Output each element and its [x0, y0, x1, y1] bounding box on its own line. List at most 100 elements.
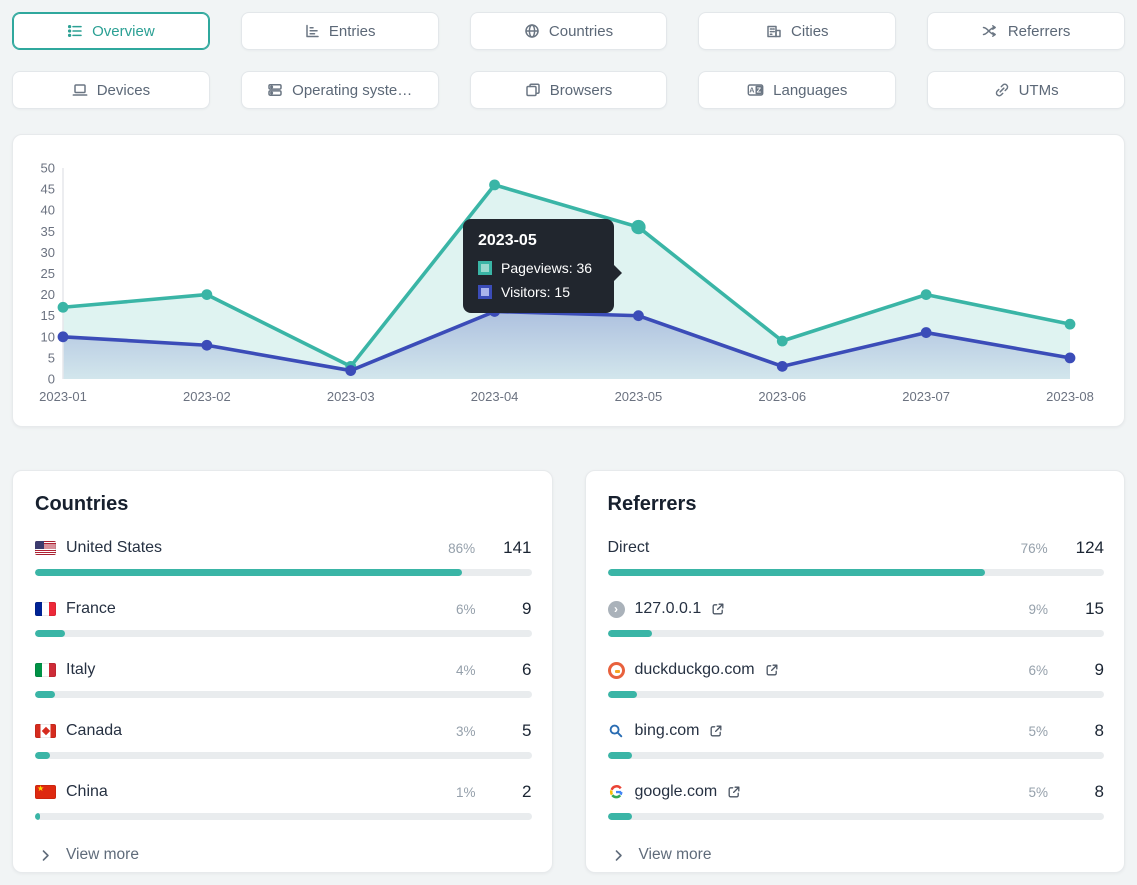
visitors-point-2023-07[interactable]: [921, 327, 932, 338]
google-favicon: [608, 784, 625, 801]
windows-icon: [525, 82, 541, 98]
external-link-icon[interactable]: [709, 724, 723, 738]
external-link-icon[interactable]: [711, 602, 725, 616]
tab-utms[interactable]: UTMs: [927, 71, 1125, 109]
visitors-point-2023-02[interactable]: [201, 340, 212, 351]
y-tick-label: 10: [41, 329, 55, 344]
country-row-canada[interactable]: Canada3%5: [35, 719, 532, 759]
progress-fill: [608, 630, 653, 637]
tab-overview[interactable]: Overview: [12, 12, 210, 50]
y-tick-label: 20: [41, 287, 55, 302]
progress-fill: [35, 813, 40, 820]
pageviews-legend-swatch: [478, 261, 492, 275]
view-more-label: View more: [639, 846, 712, 864]
row-count: 8: [1076, 782, 1104, 802]
progress-fill: [608, 569, 985, 576]
external-link-icon[interactable]: [727, 785, 741, 799]
list-icon: [67, 23, 83, 39]
tab-label: Browsers: [550, 82, 613, 99]
tab-cities[interactable]: Cities: [698, 12, 896, 50]
chevron-right-icon: [612, 849, 625, 862]
visitors-legend-swatch: [478, 285, 492, 299]
duckduckgo-favicon: [608, 662, 625, 679]
translate-icon: AZ: [747, 82, 764, 98]
referrer-row-direct[interactable]: Direct76%124: [608, 536, 1105, 576]
row-percent: 76%: [1021, 541, 1048, 556]
y-tick-label: 15: [41, 308, 55, 323]
tab-label: Languages: [773, 82, 847, 99]
y-tick-label: 40: [41, 203, 55, 218]
us-flag: [35, 541, 56, 555]
countries-card: Countries United States86%141France6%9It…: [12, 470, 553, 873]
laptop-icon: [72, 82, 88, 98]
row-percent: 6%: [456, 602, 476, 617]
country-row-china[interactable]: China1%2: [35, 780, 532, 820]
x-tick-label: 2023-04: [471, 389, 519, 404]
country-name: China: [66, 783, 108, 801]
progress-fill: [608, 813, 633, 820]
x-tick-label: 2023-02: [183, 389, 231, 404]
visitors-point-2023-06[interactable]: [777, 361, 788, 372]
chart-tooltip: 2023-05 Pageviews: 36Visitors: 15: [463, 219, 614, 313]
y-tick-label: 25: [41, 266, 55, 281]
row-percent: 5%: [1028, 724, 1048, 739]
pageviews-point-2023-01[interactable]: [58, 302, 69, 313]
pageviews-point-2023-06[interactable]: [777, 336, 788, 347]
row-percent: 86%: [448, 541, 475, 556]
row-header: China1%2: [35, 780, 532, 804]
referrer-row-bing-com[interactable]: bing.com5%8: [608, 719, 1105, 759]
row-percent: 4%: [456, 663, 476, 678]
row-count: 141: [503, 538, 531, 558]
country-row-italy[interactable]: Italy4%6: [35, 658, 532, 698]
referrer-row-google-com[interactable]: google.com 5% 8: [608, 780, 1105, 820]
default-favicon: ›: [608, 601, 625, 618]
tab-countries[interactable]: Countries: [470, 12, 668, 50]
visitors-point-2023-05[interactable]: [633, 310, 644, 321]
buildings-icon: [766, 23, 782, 39]
tab-entries[interactable]: Entries: [241, 12, 439, 50]
countries-view-more[interactable]: View more: [39, 846, 532, 864]
progress-track: [35, 630, 532, 637]
pageviews-point-2023-04[interactable]: [489, 179, 500, 190]
pageviews-point-2023-07[interactable]: [921, 289, 932, 300]
pageviews-point-2023-02[interactable]: [201, 289, 212, 300]
referrer-row-duckduckgo-com[interactable]: duckduckgo.com6%9: [608, 658, 1105, 698]
y-tick-label: 35: [41, 224, 55, 239]
progress-track: [35, 569, 532, 576]
tab-referrers[interactable]: Referrers: [927, 12, 1125, 50]
tab-browsers[interactable]: Browsers: [470, 71, 668, 109]
globe-icon: [524, 23, 540, 39]
tab-label: Entries: [329, 23, 376, 40]
chart-icon: [304, 23, 320, 39]
country-row-france[interactable]: France6%9: [35, 597, 532, 637]
y-tick-label: 45: [41, 182, 55, 197]
tab-operating-syste[interactable]: Operating syste…: [241, 71, 439, 109]
referrer-name: google.com: [635, 783, 718, 801]
referrers-view-more[interactable]: View more: [612, 846, 1105, 864]
visitors-point-2023-03[interactable]: [345, 365, 356, 376]
tab-label: Referrers: [1008, 23, 1071, 40]
progress-fill: [35, 569, 462, 576]
row-percent: 5%: [1028, 785, 1048, 800]
analytics-tab-bar: Overview Entries Countries Cities Referrers D…: [12, 12, 1125, 109]
referrer-name: duckduckgo.com: [635, 661, 755, 679]
tab-devices[interactable]: Devices: [12, 71, 210, 109]
visitors-point-2023-01[interactable]: [58, 331, 69, 342]
tab-label: Overview: [92, 23, 155, 40]
progress-track: [608, 569, 1105, 576]
visitors-point-2023-08[interactable]: [1065, 353, 1076, 364]
tab-languages[interactable]: AZ Languages: [698, 71, 896, 109]
x-tick-label: 2023-01: [39, 389, 87, 404]
fr-flag: [35, 602, 56, 616]
pageviews-point-2023-08[interactable]: [1065, 319, 1076, 330]
country-row-united-states[interactable]: United States86%141: [35, 536, 532, 576]
pageviews-point-2023-05[interactable]: [631, 220, 645, 234]
referrer-row-127-0-0-1[interactable]: ›127.0.0.19%15: [608, 597, 1105, 637]
y-tick-label: 50: [41, 161, 55, 176]
traffic-chart-card: 051015202530354045502023-012023-022023-0…: [12, 134, 1125, 427]
row-header: duckduckgo.com6%9: [608, 658, 1105, 682]
external-link-icon[interactable]: [765, 663, 779, 677]
tab-label: Cities: [791, 23, 829, 40]
tooltip-row: Pageviews: 36: [478, 260, 599, 276]
referrers-card-title: Referrers: [608, 493, 1105, 516]
